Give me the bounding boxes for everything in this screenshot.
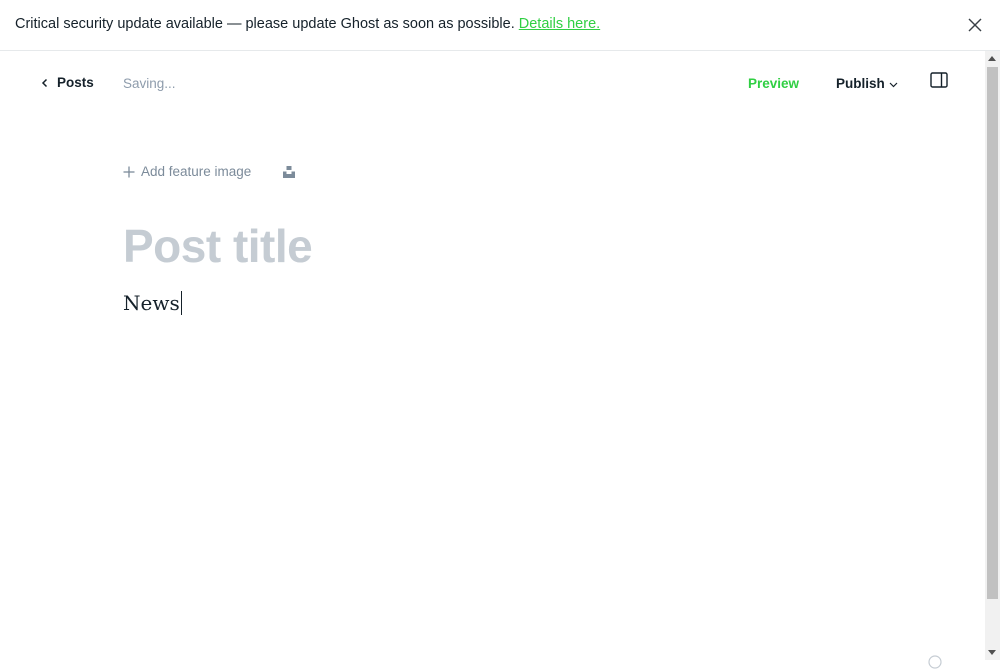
add-feature-image-button[interactable]: Add feature image <box>123 164 251 179</box>
publish-button[interactable]: Publish <box>836 76 898 91</box>
text-cursor <box>180 291 182 315</box>
save-status: Saving... <box>123 76 176 91</box>
chevron-down-icon <box>889 82 898 87</box>
close-icon[interactable] <box>966 16 984 34</box>
post-body-text: News <box>123 291 180 315</box>
preview-button[interactable]: Preview <box>748 76 799 91</box>
help-icon[interactable] <box>928 655 942 669</box>
publish-label: Publish <box>836 76 885 91</box>
back-to-posts-link[interactable]: Posts <box>40 75 94 90</box>
chevron-left-icon <box>41 78 48 87</box>
vertical-scrollbar[interactable] <box>985 51 1000 660</box>
security-update-banner: Critical security update available — ple… <box>0 0 1000 51</box>
post-title-input[interactable]: Post title <box>123 219 883 273</box>
plus-icon <box>123 166 135 177</box>
feature-image-label: Add feature image <box>141 164 252 179</box>
banner-details-link[interactable]: Details here. <box>519 16 600 32</box>
sidebar-toggle-icon[interactable] <box>930 72 948 88</box>
scrollbar-thumb[interactable] <box>987 67 998 599</box>
scroll-up-arrow-icon[interactable] <box>988 56 996 61</box>
banner-message-row: Critical security update available — ple… <box>15 16 600 32</box>
post-editor: Posts Saving... Preview Publish Add feat… <box>0 51 985 669</box>
banner-message: Critical security update available — ple… <box>15 16 515 32</box>
unsplash-icon[interactable] <box>282 165 296 179</box>
scroll-down-arrow-icon[interactable] <box>988 650 996 655</box>
post-body-editor[interactable]: News <box>123 291 883 315</box>
back-label: Posts <box>57 75 94 90</box>
